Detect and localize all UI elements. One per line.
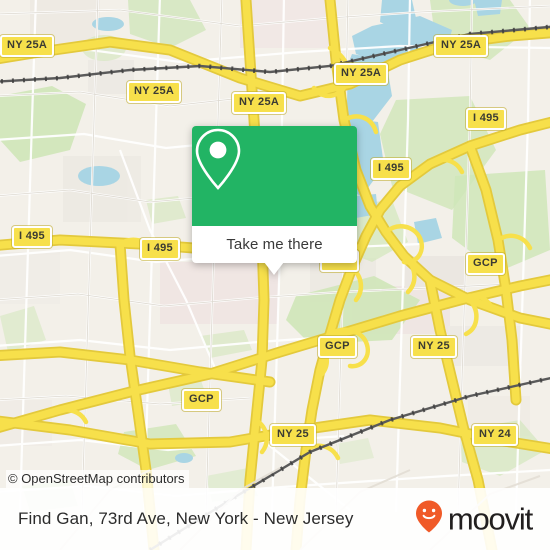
map-canvas[interactable]: NY 25A NY 25A NY 25A NY 25A NY 25A I 495… bbox=[0, 0, 550, 550]
page-title: Find Gan, 73rd Ave, New York - New Jerse… bbox=[18, 509, 354, 528]
moovit-wordmark: moovit bbox=[447, 501, 533, 537]
road-shield: GCP bbox=[182, 389, 221, 411]
road-shield: NY 25 bbox=[270, 424, 316, 446]
take-me-there-label: Take me there bbox=[226, 236, 323, 253]
road-shield: NY 25 bbox=[411, 336, 457, 358]
road-shield: GCP bbox=[466, 253, 505, 275]
map-screenshot-root: NY 25A NY 25A NY 25A NY 25A NY 25A I 495… bbox=[0, 0, 550, 550]
location-callout-card[interactable]: Take me there bbox=[192, 126, 357, 275]
moovit-smiley-pin-icon bbox=[414, 500, 444, 539]
road-shield: NY 25A bbox=[127, 81, 182, 103]
road-shield: GCP bbox=[318, 336, 357, 358]
road-shield: I 495 bbox=[140, 238, 180, 260]
road-shield: I 495 bbox=[12, 226, 52, 248]
osm-attribution[interactable]: © OpenStreetMap contributors bbox=[6, 470, 189, 488]
road-shield: I 495 bbox=[371, 158, 411, 180]
take-me-there-button[interactable]: Take me there bbox=[192, 226, 357, 263]
moovit-brand[interactable]: moovit bbox=[414, 500, 533, 539]
road-shield: NY 24 bbox=[472, 424, 518, 446]
map-vector-layer bbox=[0, 0, 550, 550]
road-shield: NY 25A bbox=[232, 92, 287, 114]
callout-tail-pointer bbox=[264, 262, 284, 275]
road-shield: NY 25A bbox=[434, 35, 489, 57]
road-shield: NY 25A bbox=[334, 63, 389, 85]
callout-pin-panel bbox=[192, 126, 357, 226]
bottom-info-bar: Find Gan, 73rd Ave, New York - New Jerse… bbox=[0, 488, 550, 550]
road-shield: NY 25A bbox=[0, 35, 55, 57]
road-shield: I 495 bbox=[466, 108, 506, 130]
